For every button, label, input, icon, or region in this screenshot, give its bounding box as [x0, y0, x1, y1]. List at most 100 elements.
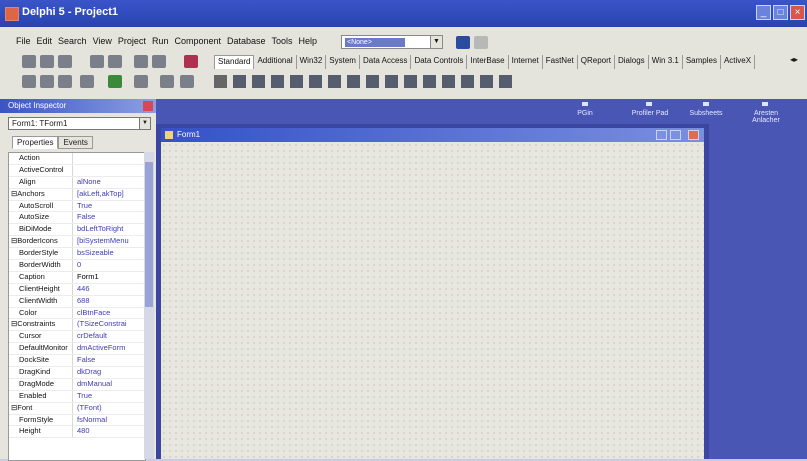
property-value[interactable]: True	[77, 391, 145, 402]
new-form-icon[interactable]	[184, 55, 198, 68]
add-file-icon[interactable]	[134, 55, 148, 68]
menu-project[interactable]: Project	[118, 36, 146, 50]
property-row[interactable]: DragMode dmManual	[9, 378, 145, 391]
property-row[interactable]: ActiveControl	[9, 164, 145, 177]
tab-standard[interactable]: Standard	[214, 55, 255, 69]
form-maximize-button[interactable]	[670, 130, 681, 140]
property-value[interactable]: False	[77, 355, 145, 366]
property-row[interactable]: AutoSize False	[9, 212, 145, 225]
property-value[interactable]: False	[77, 212, 145, 223]
button-icon[interactable]	[328, 75, 341, 88]
memo-icon[interactable]	[309, 75, 322, 88]
property-grid-scrollbar[interactable]	[144, 152, 154, 459]
property-row[interactable]: AutoScroll True	[9, 200, 145, 213]
save-icon[interactable]	[58, 55, 72, 68]
app-title-bar[interactable]: Delphi 5 - Project1	[0, 0, 807, 27]
pointer-icon[interactable]	[214, 75, 227, 88]
property-row[interactable]: Height 480	[9, 426, 145, 439]
property-value[interactable]: clBtnFace	[77, 308, 145, 319]
property-value[interactable]: bdLeftToRight	[77, 224, 145, 235]
property-value[interactable]: 688	[77, 296, 145, 307]
dock-item-label[interactable]: Subsheets	[686, 110, 726, 117]
tab-dialogs[interactable]: Dialogs	[615, 55, 649, 69]
dock-item-label[interactable]: Profiler Pad	[622, 110, 678, 117]
chevron-down-icon[interactable]: ▼	[139, 118, 150, 129]
tab-data-controls[interactable]: Data Controls	[411, 55, 468, 69]
menu-file[interactable]: File	[16, 36, 31, 50]
property-row[interactable]: Enabled True	[9, 390, 145, 403]
dock-item-label[interactable]: Aresten Anlacher	[744, 110, 788, 124]
property-value[interactable]: (TFont)	[77, 403, 145, 414]
property-row[interactable]: DragKind dkDrag	[9, 367, 145, 379]
dock-item-label[interactable]: PGin	[570, 110, 600, 117]
checkbox-icon[interactable]	[347, 75, 360, 88]
property-value[interactable]: fsNormal	[77, 415, 145, 426]
label-icon[interactable]	[271, 75, 284, 88]
menu-view[interactable]: View	[93, 36, 112, 50]
tab-win31[interactable]: Win 3.1	[649, 55, 683, 69]
radiobutton-icon[interactable]	[366, 75, 379, 88]
maximize-button[interactable]: □	[773, 5, 788, 20]
property-value[interactable]: dkDrag	[77, 367, 145, 378]
object-inspector-title[interactable]: Object Inspector	[0, 99, 156, 113]
tab-properties[interactable]: Properties	[12, 136, 59, 149]
tab-additional[interactable]: Additional	[254, 55, 297, 69]
radiogroup-icon[interactable]	[461, 75, 474, 88]
save-all-icon[interactable]	[90, 55, 104, 68]
property-row[interactable]: DefaultMonitor dmActiveForm	[9, 343, 145, 356]
scrollbar-icon[interactable]	[423, 75, 436, 88]
property-row[interactable]: ⊟Constraints (TSizeConstrai	[9, 319, 145, 332]
menu-component[interactable]: Component	[174, 36, 221, 50]
help-topic-icon[interactable]	[474, 36, 488, 49]
help-contents-icon[interactable]	[456, 36, 470, 49]
property-value[interactable]: 0	[77, 260, 145, 271]
view-form-icon[interactable]	[40, 75, 54, 88]
object-selector-combo[interactable]: Form1: TForm1 ▼	[8, 117, 151, 130]
mainmenu-icon[interactable]	[233, 75, 246, 88]
open-icon[interactable]	[40, 55, 54, 68]
tab-interbase[interactable]: InterBase	[467, 55, 509, 69]
open-project-icon[interactable]	[108, 55, 122, 68]
actionlist-icon[interactable]	[499, 75, 512, 88]
run-icon[interactable]	[108, 75, 122, 88]
property-row[interactable]: ⊟Anchors [akLeft,akTop]	[9, 188, 145, 201]
palette-scroll-arrows[interactable]: ◂▸	[790, 55, 807, 67]
new-form-small-icon[interactable]	[80, 75, 94, 88]
property-row[interactable]: BorderWidth 0	[9, 260, 145, 272]
property-row[interactable]: BorderStyle bsSizeable	[9, 248, 145, 261]
new-icon[interactable]	[22, 55, 36, 68]
form-design-surface[interactable]	[161, 142, 704, 459]
property-row[interactable]: DockSite False	[9, 355, 145, 368]
desktop-layout-combo[interactable]: <None> ▼	[341, 35, 443, 49]
property-row[interactable]: ClientHeight 446	[9, 283, 145, 296]
panel-icon[interactable]	[480, 75, 493, 88]
form-minimize-button[interactable]	[656, 130, 667, 140]
tab-fastnet[interactable]: FastNet	[543, 55, 578, 69]
trace-into-icon[interactable]	[160, 75, 174, 88]
remove-file-icon[interactable]	[152, 55, 166, 68]
tab-events[interactable]: Events	[58, 136, 93, 149]
tab-data-access[interactable]: Data Access	[360, 55, 412, 69]
property-row[interactable]: Color clBtnFace	[9, 307, 145, 320]
minimize-button[interactable]: _	[756, 5, 771, 20]
property-row[interactable]: Caption Form1	[9, 271, 145, 284]
property-row[interactable]: FormStyle fsNormal	[9, 414, 145, 427]
tab-internet[interactable]: Internet	[509, 55, 543, 69]
popupmenu-icon[interactable]	[252, 75, 265, 88]
menu-edit[interactable]: Edit	[37, 36, 53, 50]
menu-search[interactable]: Search	[58, 36, 87, 50]
property-row[interactable]: BiDiMode bdLeftToRight	[9, 224, 145, 237]
property-value[interactable]: [biSystemMenu	[77, 236, 145, 247]
pause-icon[interactable]	[134, 75, 148, 88]
menu-tools[interactable]: Tools	[272, 36, 293, 50]
property-row[interactable]: Align alNone	[9, 176, 145, 189]
tab-qreport[interactable]: QReport	[578, 55, 615, 69]
property-value[interactable]: [akLeft,akTop]	[77, 189, 145, 200]
property-row[interactable]: Cursor crDefault	[9, 331, 145, 344]
property-value[interactable]: True	[77, 201, 145, 212]
tab-activex[interactable]: ActiveX	[721, 55, 756, 69]
property-value[interactable]: 480	[77, 426, 145, 437]
view-unit-icon[interactable]	[22, 75, 36, 88]
groupbox-icon[interactable]	[442, 75, 455, 88]
chevron-down-icon[interactable]: ▼	[430, 36, 442, 48]
